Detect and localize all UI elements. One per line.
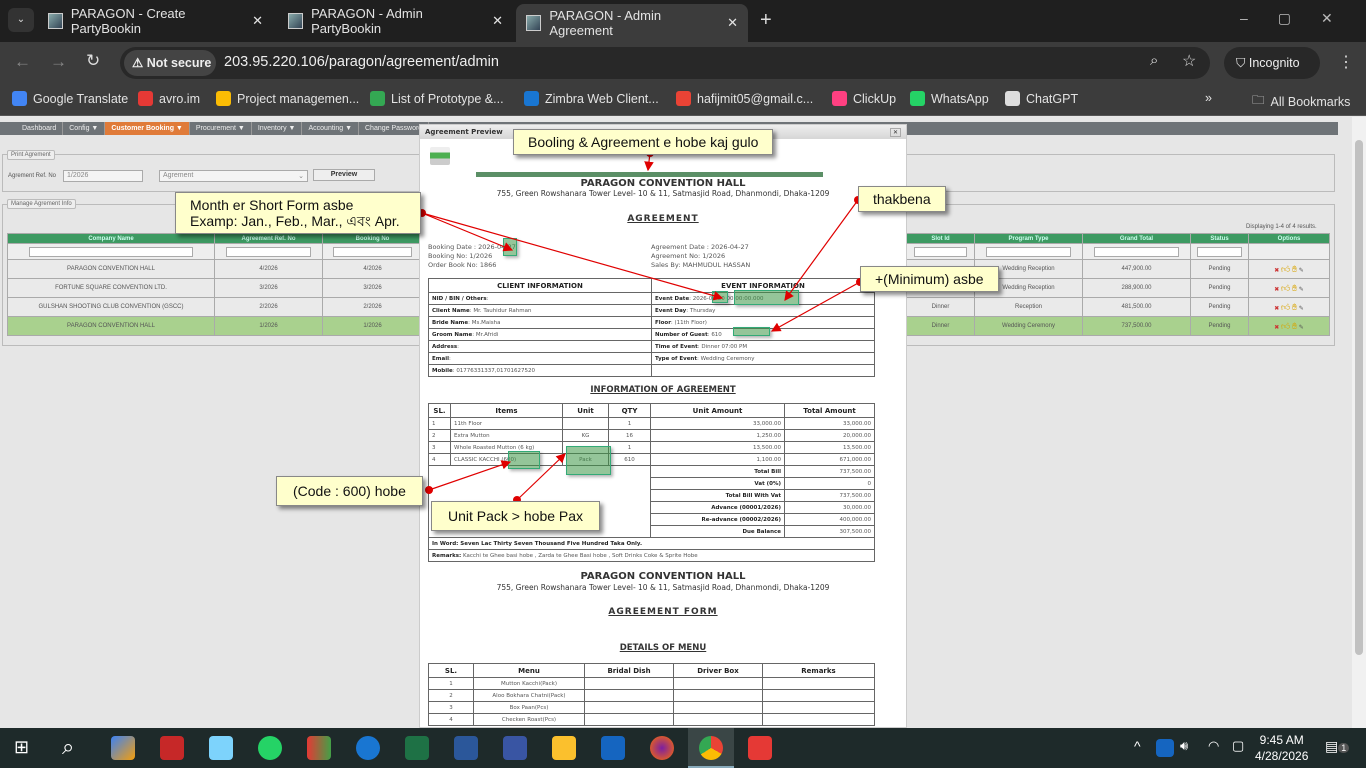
chrome-taskbar-button[interactable] — [688, 728, 734, 768]
wifi-icon[interactable]: ◠ — [1208, 738, 1219, 754]
annotation-note: (Code : 600) hobe — [276, 476, 423, 506]
whatsapp-icon[interactable] — [258, 736, 282, 760]
avro-keyboard-icon[interactable] — [160, 736, 184, 760]
annotation-note: Unit Pack > hobe Pax — [431, 501, 601, 531]
search-icon[interactable]: ⌕ — [62, 734, 74, 760]
arrow-4 — [770, 281, 861, 332]
arrow-3 — [784, 199, 859, 301]
copilot-icon[interactable] — [111, 736, 135, 760]
chrome-icon — [699, 736, 723, 760]
firefox-icon[interactable] — [650, 736, 674, 760]
visio-icon[interactable] — [503, 736, 527, 760]
excel-icon[interactable] — [405, 736, 429, 760]
anydesk-icon[interactable] — [748, 736, 772, 760]
volume-icon[interactable]: 🔊︎ — [1180, 738, 1188, 754]
notification-center-icon[interactable]: ▤ 1 — [1325, 738, 1350, 755]
notepad-icon[interactable] — [209, 736, 233, 760]
show-hidden-icons[interactable]: ^ — [1134, 738, 1141, 754]
snagit-icon[interactable] — [601, 736, 625, 760]
arrow-2b — [421, 212, 724, 301]
arrow-6 — [516, 453, 566, 501]
snagit-tray-icon[interactable] — [1156, 739, 1174, 757]
camera-icon[interactable]: ▢ — [1232, 738, 1244, 754]
arrow-2a — [421, 212, 514, 252]
annotation-note: +(Minimum) asbe — [860, 266, 999, 292]
annotation-note: Month er Short Form asbe Examp: Jan., Feb… — [175, 192, 421, 234]
app-icon[interactable] — [307, 736, 331, 760]
zoom-app-icon[interactable] — [356, 736, 380, 760]
windows-start-icon[interactable]: ⊞ — [14, 737, 29, 758]
word-icon[interactable] — [454, 736, 478, 760]
arrow-5 — [428, 460, 512, 491]
annotation-arrows — [418, 149, 864, 504]
annotation-note: Booling & Agreement e hobe kaj gulo — [513, 129, 774, 155]
clock[interactable]: 9:45 AM 4/28/2026 — [1255, 732, 1308, 764]
sticky-notes-icon[interactable] — [552, 736, 576, 760]
taskbar: ⊞ ⌕ ^ 🔊︎ ◠ ▢ 9:45 AM 4/28/2026 ▤ 1 — [0, 728, 1366, 768]
annotation-note: thakbena — [858, 186, 946, 212]
